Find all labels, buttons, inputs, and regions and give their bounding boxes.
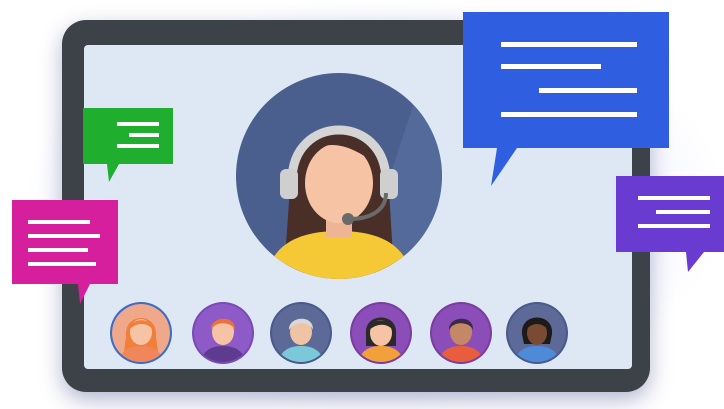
participant-avatar[interactable]: [350, 302, 412, 364]
participant-avatar[interactable]: [506, 302, 568, 364]
chat-bubble-green: [83, 108, 175, 184]
participant-avatar[interactable]: [110, 302, 172, 364]
chat-bubble-blue: [463, 12, 671, 188]
participant-avatar[interactable]: [270, 302, 332, 364]
participant-row: [110, 302, 580, 372]
host-avatar: [236, 73, 442, 279]
participant-avatar[interactable]: [192, 302, 254, 364]
chat-bubble-purple: [616, 176, 724, 276]
participant-avatar[interactable]: [430, 302, 492, 364]
chat-bubble-magenta: [12, 200, 120, 306]
